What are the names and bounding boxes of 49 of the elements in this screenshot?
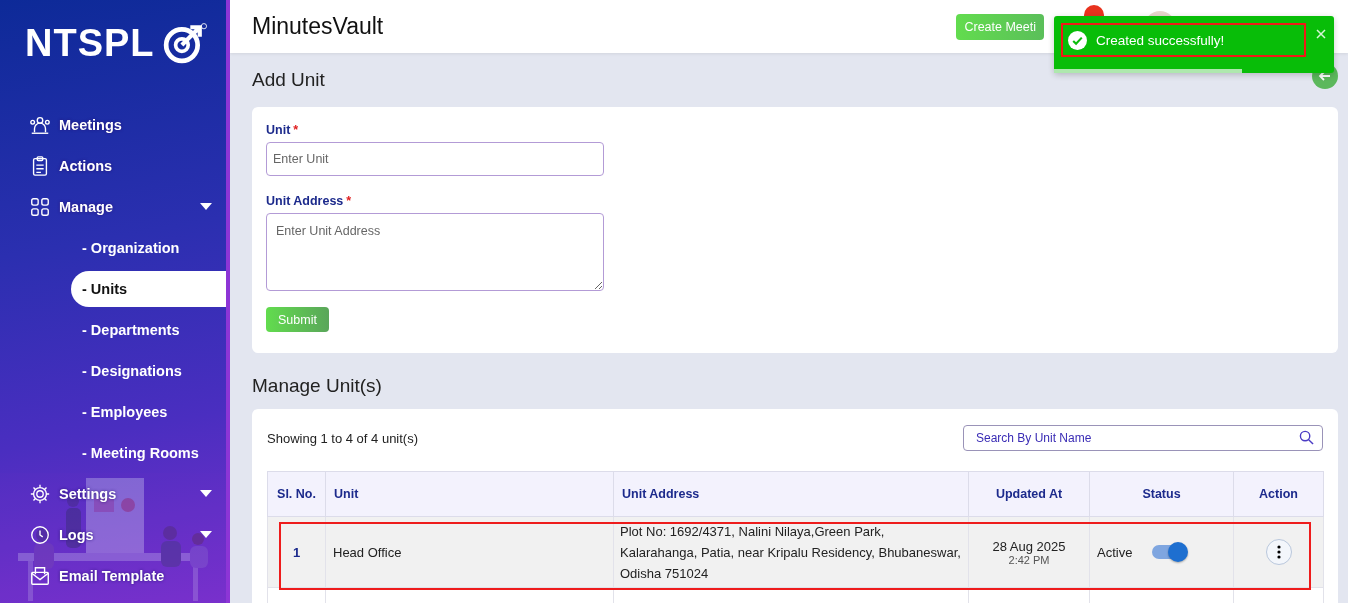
updated-date: 28 Aug 2025 xyxy=(991,538,1067,554)
table-cell: Head Office xyxy=(325,516,614,588)
status-toggle[interactable] xyxy=(1152,545,1187,559)
check-icon xyxy=(1068,30,1087,50)
nav-subitem[interactable]: - Meeting Rooms xyxy=(0,434,226,471)
logo-text: NTSPL xyxy=(25,21,155,65)
search-icon xyxy=(1299,430,1314,445)
column-header: Unit Address xyxy=(613,471,969,517)
field-label: Unit Address * xyxy=(266,194,353,208)
section-title: Add Unit xyxy=(252,69,326,91)
caret-icon xyxy=(200,202,212,211)
nav-item[interactable]: Email Template xyxy=(0,555,226,596)
clock-icon xyxy=(29,523,51,546)
notification-badge-icon xyxy=(1084,4,1104,17)
close-icon[interactable] xyxy=(1316,29,1326,39)
address-field[interactable]: Enter Unit Address xyxy=(266,213,604,291)
toast-message: Created successfully! xyxy=(1096,32,1225,48)
nav-subitem[interactable]: - Designations xyxy=(0,352,226,389)
more-options-button[interactable] xyxy=(1265,539,1292,565)
column-header: Unit xyxy=(325,471,614,517)
unit-field[interactable]: Enter Unit xyxy=(266,142,604,176)
caret-icon xyxy=(200,530,212,539)
status-text: Active xyxy=(1097,544,1133,560)
column-header: Status xyxy=(1089,471,1234,517)
app-title: MinutesVault xyxy=(252,13,385,40)
table-cell: 1 xyxy=(267,516,326,588)
section-title: Manage Unit(s) xyxy=(252,375,383,397)
grid-icon xyxy=(29,195,51,218)
table-cell: Plot No: 1692/4371, Nalini Nilaya,Green Park, Kalarahanga, Patia, near Kripalu Residency, Bhubaneswar, Odisha 751024 xyxy=(613,516,969,588)
updated-time: 2:42 PM xyxy=(1007,553,1051,566)
results-summary: Showing 1 to 4 of 4 unit(s) xyxy=(267,430,419,446)
nav-item[interactable]: Settings xyxy=(0,473,226,514)
field-label: Unit * xyxy=(266,123,300,137)
column-header: Action xyxy=(1233,471,1324,517)
column-header: Sl. No. xyxy=(267,471,326,517)
nav-item[interactable]: Actions xyxy=(0,145,226,186)
more-vertical-icon xyxy=(1276,545,1281,559)
nav-item[interactable]: Logs xyxy=(0,514,226,555)
nav-subitem[interactable]: - Organization xyxy=(0,229,226,266)
gear-icon xyxy=(29,482,51,505)
nav-subitem[interactable]: - Employees xyxy=(0,393,226,430)
nav-subitem[interactable]: - Departments xyxy=(0,311,226,348)
column-header: Updated At xyxy=(968,471,1090,517)
envelope-icon xyxy=(29,564,51,587)
nav-item[interactable]: Manage xyxy=(0,186,226,227)
search-field[interactable]: Search By Unit Name xyxy=(963,425,1323,451)
nav-subitem[interactable]: - Units xyxy=(71,270,226,307)
nav-item[interactable]: Meetings xyxy=(0,104,226,145)
caret-icon xyxy=(200,489,212,498)
